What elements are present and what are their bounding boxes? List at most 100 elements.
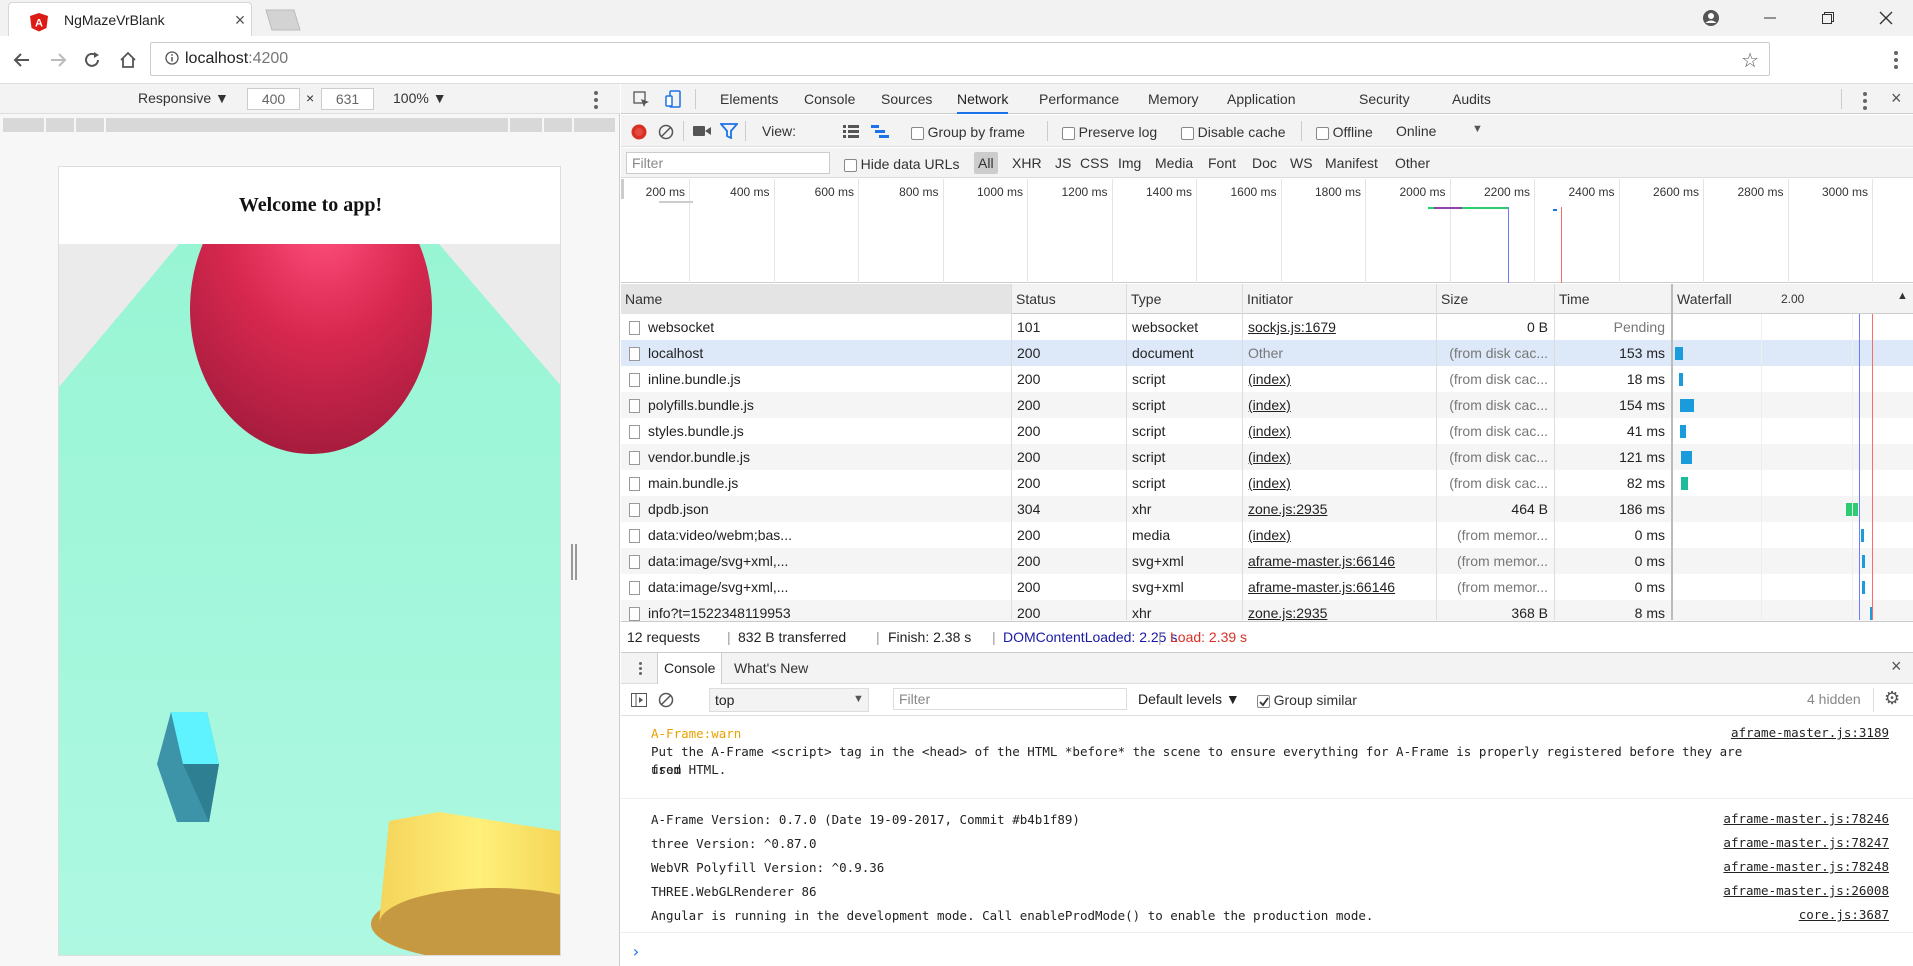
home-button[interactable] xyxy=(114,46,142,74)
request-initiator[interactable]: zone.js:2935 xyxy=(1244,496,1434,522)
device-mode-select[interactable]: Responsive ▼ xyxy=(138,90,229,106)
filter-type-js[interactable]: JS xyxy=(1055,148,1071,178)
app-viewport[interactable]: Welcome to app! xyxy=(58,166,561,956)
vr-scene[interactable] xyxy=(59,244,561,956)
filter-type-manifest[interactable]: Manifest xyxy=(1325,148,1378,178)
col-initiator[interactable]: Initiator xyxy=(1242,284,1436,314)
request-initiator[interactable]: (index) xyxy=(1244,392,1434,418)
console-source-link[interactable]: aframe-master.js:78248 xyxy=(1723,859,1889,874)
large-rows-icon[interactable] xyxy=(843,125,859,138)
request-name[interactable]: data:image/svg+xml,... xyxy=(621,574,1011,600)
tab-sources[interactable]: Sources xyxy=(881,84,932,114)
request-initiator[interactable]: (index) xyxy=(1244,418,1434,444)
new-tab-button[interactable] xyxy=(262,8,302,32)
info-icon[interactable] xyxy=(165,51,179,65)
log-levels-select[interactable]: Default levels ▼ xyxy=(1138,691,1240,707)
request-name[interactable]: main.bundle.js xyxy=(621,470,1011,496)
network-filter-input[interactable]: Filter xyxy=(626,152,830,174)
record-icon[interactable] xyxy=(631,124,647,140)
request-initiator[interactable]: (index) xyxy=(1244,444,1434,470)
close-drawer-icon[interactable]: × xyxy=(1891,656,1902,677)
back-button[interactable] xyxy=(8,46,36,74)
filter-type-all[interactable]: All xyxy=(974,152,998,174)
console-warn-source-link[interactable]: aframe-master.js:3189 xyxy=(1731,725,1889,740)
tab-application[interactable]: Application xyxy=(1227,84,1296,114)
console-source-link[interactable]: aframe-master.js:78247 xyxy=(1723,835,1889,850)
request-name[interactable]: data:image/svg+xml,... xyxy=(621,548,1011,574)
viewport-height-input[interactable]: 631 xyxy=(321,88,374,110)
capture-screenshots-icon[interactable] xyxy=(693,124,711,138)
offline-checkbox[interactable]: Offline xyxy=(1316,124,1373,141)
request-row[interactable]: styles.bundle.js 200 script (index) (from di… xyxy=(621,418,1913,444)
group-similar-checkbox[interactable]: Group similar xyxy=(1257,692,1357,709)
console-source-link[interactable]: aframe-master.js:78246 xyxy=(1723,811,1889,826)
request-name[interactable]: vendor.bundle.js xyxy=(621,444,1011,470)
context-select[interactable]: top ▼ xyxy=(709,688,869,712)
sort-ascending-icon[interactable]: ▲ xyxy=(1897,290,1908,302)
request-initiator[interactable]: (index) xyxy=(1244,470,1434,496)
filter-type-img[interactable]: Img xyxy=(1118,148,1141,178)
filter-type-other[interactable]: Other xyxy=(1395,148,1430,178)
tab-elements[interactable]: Elements xyxy=(720,84,778,114)
network-overview[interactable]: 200 ms 400 ms 600 ms 800 ms 1000 ms 1200 ms 14… xyxy=(621,179,1913,283)
filter-type-media[interactable]: Media xyxy=(1155,148,1193,178)
tab-security[interactable]: Security xyxy=(1359,84,1410,114)
console-source-link[interactable]: core.js:3687 xyxy=(1799,907,1889,922)
waterfall-view-icon[interactable] xyxy=(871,125,889,138)
filter-type-ws[interactable]: WS xyxy=(1290,148,1313,178)
throttling-select[interactable]: Online xyxy=(1396,123,1436,139)
filter-type-font[interactable]: Font xyxy=(1208,148,1236,178)
request-name[interactable]: dpdb.json xyxy=(621,496,1011,522)
request-name[interactable]: websocket xyxy=(621,314,1011,340)
col-size[interactable]: Size xyxy=(1436,284,1554,314)
hide-data-urls-checkbox[interactable]: Hide data URLs xyxy=(844,156,959,173)
console-settings-gear-icon[interactable]: ⚙ xyxy=(1884,688,1900,709)
profile-icon[interactable] xyxy=(1682,0,1740,36)
preserve-log-checkbox[interactable]: Preserve log xyxy=(1062,124,1157,141)
request-name[interactable]: inline.bundle.js xyxy=(621,366,1011,392)
console-prompt-icon[interactable]: › xyxy=(631,942,641,961)
console-source-link[interactable]: aframe-master.js:26008 xyxy=(1723,883,1889,898)
restore-button[interactable] xyxy=(1799,0,1857,36)
request-row[interactable]: localhost 200 document Other (from disk cac.… xyxy=(621,340,1913,366)
viewport-width-input[interactable]: 400 xyxy=(247,88,300,110)
drawer-tab-console[interactable]: Console xyxy=(657,653,723,684)
request-row[interactable]: data:image/svg+xml,... 200 svg+xml aframe-m… xyxy=(621,574,1913,600)
address-bar[interactable]: localhost:4200 ☆ xyxy=(150,42,1770,76)
request-row[interactable]: vendor.bundle.js 200 script (index) (from di… xyxy=(621,444,1913,470)
filter-type-css[interactable]: CSS xyxy=(1080,148,1109,178)
clear-icon[interactable] xyxy=(658,124,674,140)
tab-performance[interactable]: Performance xyxy=(1039,84,1119,114)
tab-memory[interactable]: Memory xyxy=(1148,84,1199,114)
tab-console[interactable]: Console xyxy=(804,84,855,114)
inspect-element-icon[interactable] xyxy=(633,91,651,109)
bookmark-star-icon[interactable]: ☆ xyxy=(1741,48,1759,73)
request-row[interactable]: inline.bundle.js 200 script (index) (from di… xyxy=(621,366,1913,392)
filter-icon[interactable] xyxy=(720,123,738,139)
request-name[interactable]: localhost xyxy=(621,340,1011,366)
media-query-bar[interactable] xyxy=(0,118,620,132)
request-initiator[interactable]: aframe-master.js:66146 xyxy=(1244,548,1434,574)
clear-console-icon[interactable] xyxy=(658,692,674,708)
browser-menu-icon[interactable] xyxy=(1886,46,1906,74)
tab-network[interactable]: Network xyxy=(957,84,1009,114)
request-initiator[interactable]: aframe-master.js:66146 xyxy=(1244,574,1434,600)
request-initiator[interactable]: sockjs.js:1679 xyxy=(1244,314,1434,340)
request-name[interactable]: data:video/webm;bas... xyxy=(621,522,1011,548)
col-name[interactable]: Name xyxy=(621,284,1011,314)
close-window-button[interactable] xyxy=(1857,0,1913,36)
request-row[interactable]: data:image/svg+xml,... 200 svg+xml aframe-m… xyxy=(621,548,1913,574)
reload-button[interactable] xyxy=(78,46,106,74)
request-name[interactable]: styles.bundle.js xyxy=(621,418,1011,444)
zoom-select[interactable]: 100% ▼ xyxy=(393,90,447,106)
request-initiator[interactable]: (index) xyxy=(1244,366,1434,392)
minimize-button[interactable] xyxy=(1741,0,1799,36)
filter-type-doc[interactable]: Doc xyxy=(1252,148,1277,178)
forward-button[interactable] xyxy=(44,46,72,74)
col-type[interactable]: Type xyxy=(1126,284,1242,314)
request-row[interactable]: websocket 101 websocket sockjs.js:1679 0 B Pe… xyxy=(621,314,1913,340)
close-devtools-icon[interactable]: × xyxy=(1891,88,1902,109)
request-initiator[interactable]: (index) xyxy=(1244,522,1434,548)
request-row[interactable]: polyfills.bundle.js 200 script (index) (from… xyxy=(621,392,1913,418)
drawer-menu-icon[interactable] xyxy=(639,662,642,675)
